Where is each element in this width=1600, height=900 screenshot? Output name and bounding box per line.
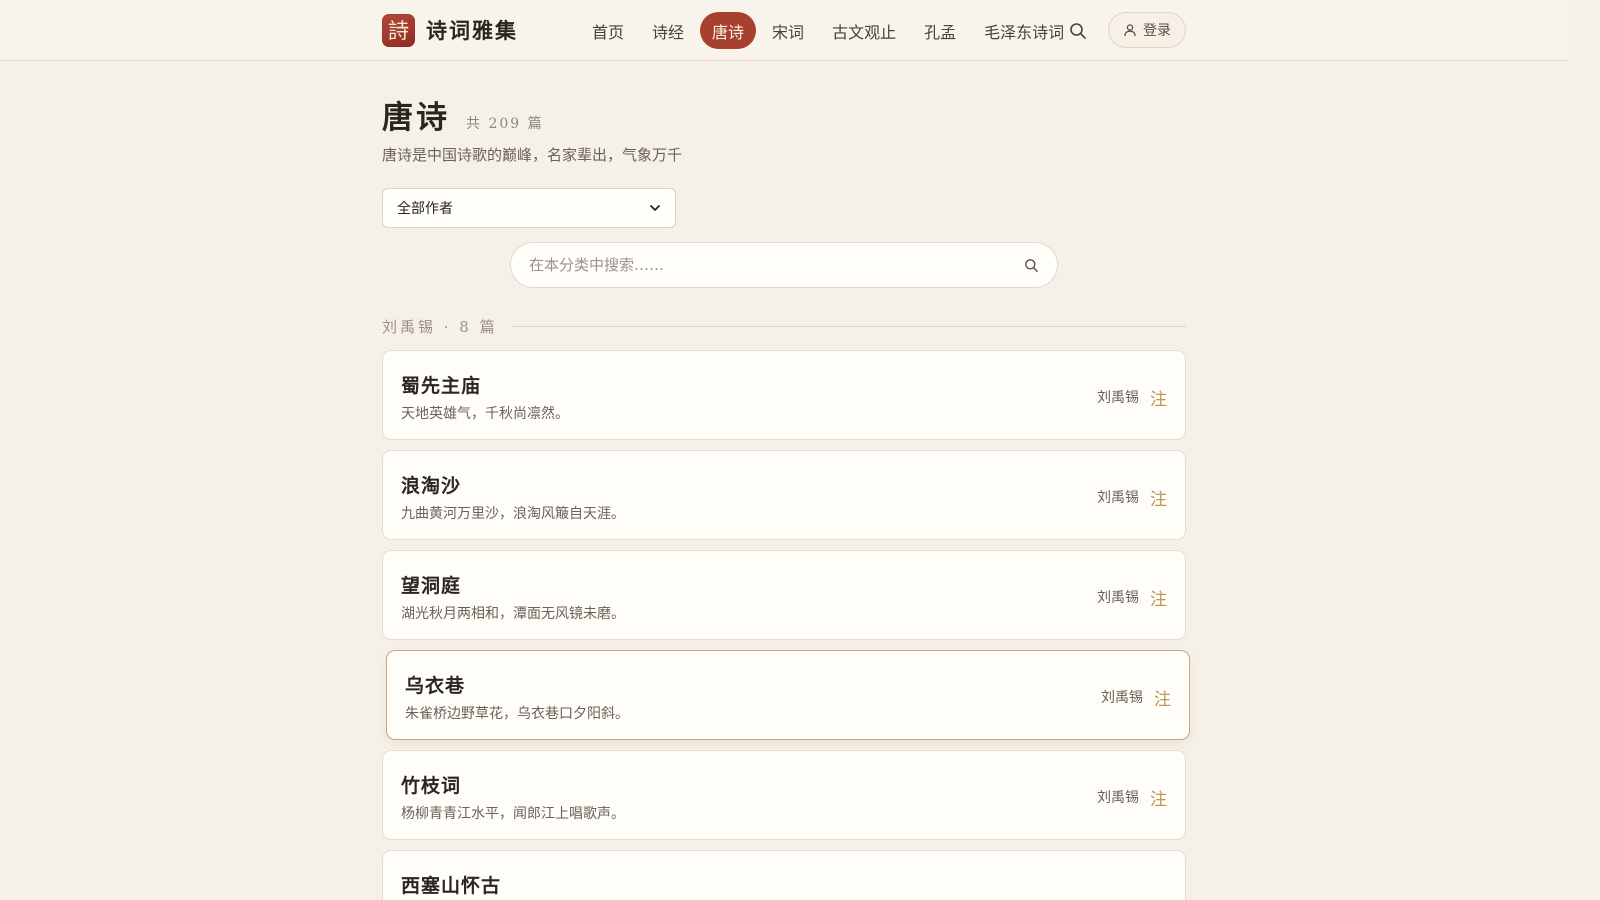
group-divider [511, 325, 1186, 327]
poem-card[interactable]: 浪淘沙 九曲黄河万里沙，浪淘风簸自天涯。 刘禹锡 注 [382, 450, 1186, 540]
user-icon [1124, 24, 1136, 37]
poem-excerpt: 九曲黄河万里沙，浪淘风簸自天涯。 [401, 506, 625, 522]
poem-excerpt: 天地英雄气，千秋尚凛然。 [401, 406, 569, 422]
brand[interactable]: 詩 诗词雅集 [382, 13, 518, 47]
category-search-input[interactable] [529, 256, 1024, 274]
page-description: 唐诗是中国诗歌的巅峰，名家辈出，气象万千 [382, 146, 683, 164]
search-button[interactable] [1064, 17, 1092, 45]
annotation-link[interactable]: 注 [1154, 685, 1171, 710]
main-nav: 首页 诗经 唐诗 宋词 古文观止 孔孟 毛泽东诗词 [580, 12, 1080, 49]
category-search [510, 242, 1058, 288]
poem-title: 竹枝词 [401, 775, 462, 797]
group-label: 刘禹锡 · 8 篇 [382, 317, 498, 336]
poem-author: 刘禹锡 [1097, 390, 1139, 406]
poem-author: 刘禹锡 [1097, 490, 1139, 506]
top-navbar: 詩 诗词雅集 首页 诗经 唐诗 宋词 古文观止 孔孟 毛泽东诗词 登录 [0, 0, 1568, 61]
poem-excerpt: 朱雀桥边野草花，乌衣巷口夕阳斜。 [405, 706, 629, 722]
login-button[interactable]: 登录 [1108, 12, 1186, 48]
search-icon [1070, 23, 1086, 39]
page-heading: 唐诗 共 209 篇 [382, 92, 544, 137]
brand-name: 诗词雅集 [426, 18, 518, 43]
author-select-value: 全部作者 [397, 201, 453, 217]
poem-card[interactable]: 望洞庭 湖光秋月两相和，潭面无风镜未磨。 刘禹锡 注 [382, 550, 1186, 640]
nav-item-home[interactable]: 首页 [580, 12, 636, 49]
poem-author: 刘禹锡 [1097, 790, 1139, 806]
poem-excerpt: 湖光秋月两相和，潭面无风镜未磨。 [401, 606, 625, 622]
login-label: 登录 [1143, 23, 1171, 39]
author-select[interactable]: 全部作者 [382, 188, 676, 228]
page-title: 唐诗 [382, 100, 450, 136]
poem-title: 浪淘沙 [401, 475, 462, 497]
poem-title: 乌衣巷 [405, 675, 466, 697]
poem-excerpt: 杨柳青青江水平，闻郎江上唱歌声。 [401, 806, 625, 822]
nav-item-guwen[interactable]: 古文观止 [820, 12, 908, 49]
nav-item-tangshi[interactable]: 唐诗 [700, 12, 757, 49]
poem-card[interactable]: 蜀先主庙 天地英雄气，千秋尚凛然。 刘禹锡 注 [382, 350, 1186, 440]
nav-item-kongmeng[interactable]: 孔孟 [912, 12, 968, 49]
author-group-header: 刘禹锡 · 8 篇 [382, 316, 1186, 336]
poem-card[interactable]: 乌衣巷 朱雀桥边野草花，乌衣巷口夕阳斜。 刘禹锡 注 [386, 650, 1190, 740]
annotation-link[interactable]: 注 [1150, 485, 1167, 510]
chevron-down-icon [650, 205, 660, 211]
poem-title: 望洞庭 [401, 575, 462, 597]
poem-card[interactable]: 竹枝词 杨柳青青江水平，闻郎江上唱歌声。 刘禹锡 注 [382, 750, 1186, 840]
annotation-link[interactable]: 注 [1150, 585, 1167, 610]
poem-title: 西塞山怀古 [401, 875, 502, 897]
poem-card[interactable]: 西塞山怀古 [382, 850, 1186, 900]
nav-item-shijing[interactable]: 诗经 [640, 12, 696, 49]
poem-author: 刘禹锡 [1097, 590, 1139, 606]
poem-author: 刘禹锡 [1101, 690, 1143, 706]
nav-item-songci[interactable]: 宋词 [760, 12, 816, 49]
annotation-link[interactable]: 注 [1150, 385, 1167, 410]
nav-item-mao[interactable]: 毛泽东诗词 [972, 12, 1076, 49]
poem-title: 蜀先主庙 [401, 375, 482, 397]
brand-logo: 詩 [382, 13, 415, 47]
search-icon[interactable] [1024, 258, 1039, 273]
poem-count: 共 209 篇 [466, 116, 544, 132]
annotation-link[interactable]: 注 [1150, 785, 1167, 810]
